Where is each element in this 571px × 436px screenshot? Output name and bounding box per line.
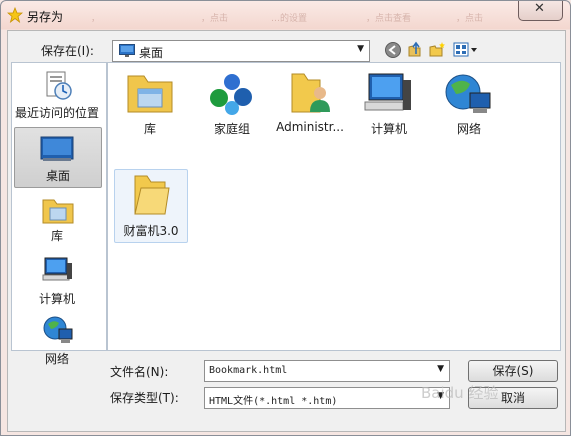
save-in-label: 保存在(I): <box>41 44 94 58</box>
ghost-tab: ，点击 <box>201 14 229 24</box>
file-item-network[interactable]: 网络 <box>433 68 505 140</box>
ghost-tab: ，点击 <box>456 14 484 24</box>
file-label: 网络 <box>456 122 481 136</box>
filename-label: 文件名(N): <box>110 365 169 379</box>
desktop-icon <box>119 44 135 57</box>
ghost-tab: ， <box>91 14 101 24</box>
close-icon: ✕ <box>534 1 545 16</box>
file-item-folder[interactable]: 财富机3.0 <box>114 169 188 243</box>
computer-icon <box>42 257 72 281</box>
ghost-tab: …的设置 <box>271 14 308 24</box>
user-folder-icon <box>291 73 330 113</box>
desktop-icon <box>40 136 74 161</box>
recent-places-icon <box>46 71 72 100</box>
network-icon <box>43 316 73 343</box>
back-icon[interactable] <box>384 41 402 59</box>
place-desktop[interactable]: 桌面 <box>14 127 102 188</box>
filetype-value: HTML文件(*.html *.htm) <box>209 396 338 407</box>
chevron-down-icon: ▼ <box>357 44 364 54</box>
homegroup-icon <box>210 74 252 115</box>
file-label: 家庭组 <box>213 122 250 136</box>
library-icon <box>127 75 173 113</box>
place-label: 最近访问的位置 <box>14 106 99 120</box>
place-recent[interactable]: 最近访问的位置 <box>14 65 100 120</box>
filetype-label: 保存类型(T): <box>110 391 179 405</box>
place-computer[interactable]: 计算机 <box>14 253 100 306</box>
new-folder-icon[interactable] <box>428 41 446 59</box>
place-label: 库 <box>50 229 63 243</box>
file-label: 财富机3.0 <box>123 224 179 238</box>
view-menu-icon[interactable] <box>453 41 479 59</box>
save-in-value: 桌面 <box>139 46 164 60</box>
window-title: 另存为 <box>27 10 64 24</box>
places-bar: 最近访问的位置 桌面 库 计算机 网络 <box>11 62 107 366</box>
title-bar[interactable]: 另存为 ， ，点击 …的设置 ，点击查看 ，点击 ✕ <box>1 1 570 29</box>
folder-icon <box>134 175 170 215</box>
save-as-dialog: 另存为 ， ，点击 …的设置 ，点击查看 ，点击 ✕ 保存在(I): 桌面 ▼ <box>0 0 571 436</box>
place-library[interactable]: 库 <box>14 193 100 243</box>
network-icon <box>445 74 491 113</box>
save-in-dropdown[interactable]: 桌面 ▼ <box>112 40 370 62</box>
place-label: 网络 <box>44 352 69 366</box>
watermark: Baidu 经验 <box>421 384 499 402</box>
file-label: Administr... <box>276 120 344 134</box>
dialog-body: 保存在(I): 桌面 ▼ 最近访问的位置 桌面 库 计算机 网络 库 家庭组 A… <box>7 30 566 432</box>
file-item-computer[interactable]: 计算机 <box>353 68 425 140</box>
save-button[interactable]: 保存(S) <box>468 360 558 382</box>
place-label: 桌面 <box>45 169 70 183</box>
place-network[interactable]: 网络 <box>14 313 100 366</box>
computer-icon <box>364 73 411 111</box>
file-label: 库 <box>143 122 156 136</box>
file-item-homegroup[interactable]: 家庭组 <box>196 68 268 140</box>
library-icon <box>42 199 74 224</box>
place-label: 计算机 <box>38 292 75 306</box>
file-label: 计算机 <box>370 122 407 136</box>
filename-value: Bookmark.html <box>209 365 288 376</box>
ghost-tab: ，点击查看 <box>366 14 412 24</box>
filetype-dropdown[interactable]: HTML文件(*.html *.htm) ▼ <box>204 387 450 409</box>
chevron-down-icon: ▼ <box>437 364 444 374</box>
file-item-library[interactable]: 库 <box>114 68 186 140</box>
close-button[interactable]: ✕ <box>518 1 563 21</box>
up-folder-icon[interactable] <box>406 41 424 59</box>
file-list: 库 家庭组 Administr... 计算机 网络 财富机3.0 <box>107 62 561 351</box>
filename-field[interactable]: Bookmark.html ▼ <box>204 360 450 382</box>
file-item-administrator[interactable]: Administr... <box>274 68 346 140</box>
star-icon <box>7 7 23 23</box>
